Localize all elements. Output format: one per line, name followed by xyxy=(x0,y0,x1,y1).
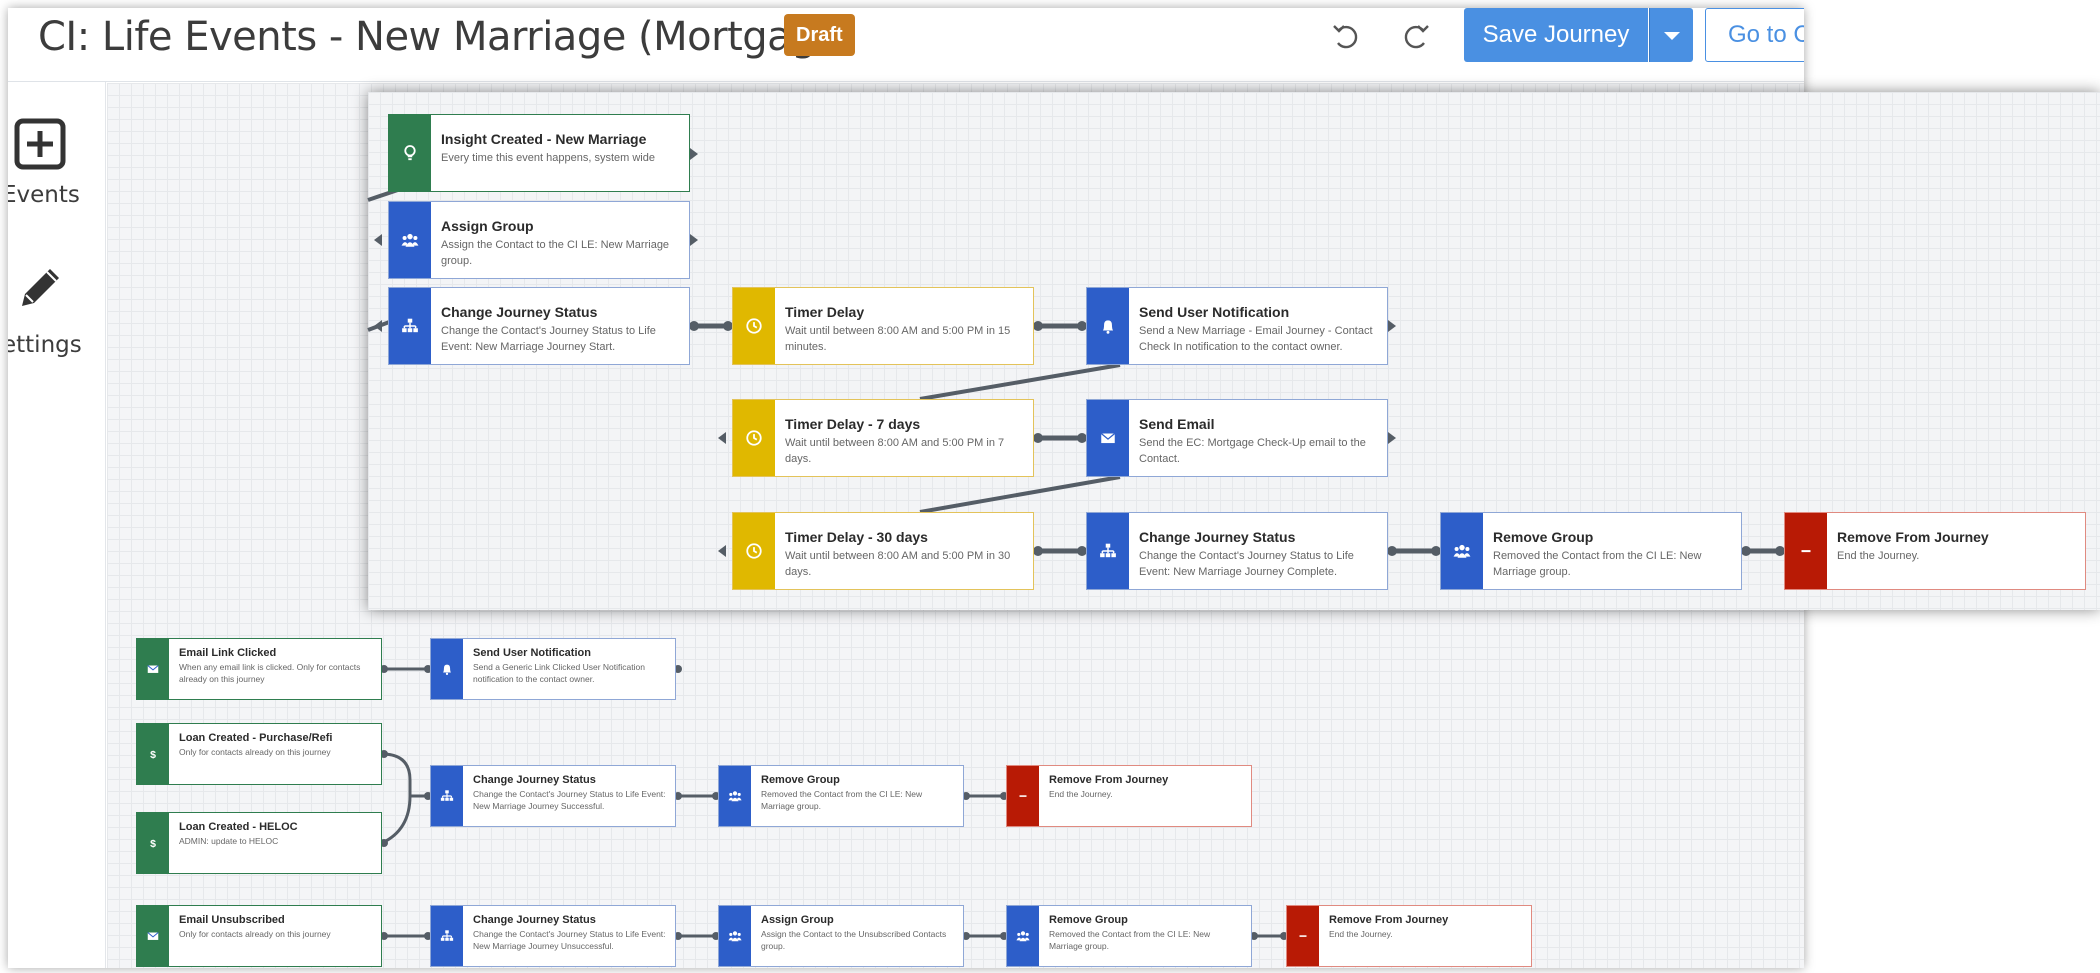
connector-arrow[interactable] xyxy=(1388,320,1396,332)
node-title: Change Journey Status xyxy=(441,304,598,320)
lightbulb-icon xyxy=(404,145,416,161)
node-description: Wait until between 8:00 AM and 5:00 PM i… xyxy=(785,550,1011,578)
node-description: Every time this event happens, system wi… xyxy=(441,152,655,164)
node-description: Wait until between 8:00 AM and 5:00 PM i… xyxy=(785,437,1005,465)
journey-node[interactable]: Send User Notification Send a New Marriag… xyxy=(1086,287,1388,365)
node-icon-strip xyxy=(389,202,431,278)
journey-node[interactable]: Insight Created - New Marriage Every time… xyxy=(388,114,690,192)
connector-port[interactable] xyxy=(1741,546,1751,556)
node-icon-strip xyxy=(389,288,431,364)
node-icon-strip xyxy=(1785,513,1827,589)
node-description: Send the EC: Mortgage Check-Up email to … xyxy=(1139,437,1366,465)
group-icon xyxy=(1453,544,1471,558)
envelope-icon xyxy=(1100,433,1116,444)
clock-icon xyxy=(746,543,762,559)
node-description: Assign the Contact to the CI LE: New Mar… xyxy=(441,239,670,267)
connector-arrow[interactable] xyxy=(718,432,726,444)
node-title: Change Journey Status xyxy=(1139,529,1296,545)
org-chart-icon xyxy=(1100,543,1116,558)
node-icon-strip xyxy=(1087,513,1129,589)
node-body: Send User Notification Send a New Marriag… xyxy=(1129,288,1387,364)
journey-node[interactable]: Remove From Journey End the Journey. xyxy=(1784,512,2086,590)
node-title: Remove Group xyxy=(1493,529,1594,545)
journey-node[interactable]: Timer Delay - 30 days Wait until between … xyxy=(732,512,1034,590)
node-description: Wait until between 8:00 AM and 5:00 PM i… xyxy=(785,325,1011,353)
node-icon-strip xyxy=(733,400,775,476)
node-body: Timer Delay Wait until between 8:00 AM an… xyxy=(775,288,1033,364)
node-body: Change Journey Status Change the Contact'… xyxy=(431,288,689,364)
journey-node[interactable]: Timer Delay Wait until between 8:00 AM an… xyxy=(732,287,1034,365)
connector-port[interactable] xyxy=(1033,321,1043,331)
journey-node[interactable]: Change Journey Status Change the Contact'… xyxy=(388,287,690,365)
connector-arrow[interactable] xyxy=(690,234,698,246)
node-body: Remove Group Removed the Contact from the… xyxy=(1483,513,1741,589)
node-body: Timer Delay - 7 days Wait until between 8… xyxy=(775,400,1033,476)
node-body: Change Journey Status Change the Contact'… xyxy=(1129,513,1387,589)
clock-icon xyxy=(746,430,762,446)
journey-node[interactable]: Remove Group Removed the Contact from the… xyxy=(1440,512,1742,590)
node-body: Timer Delay - 30 days Wait until between … xyxy=(775,513,1033,589)
node-description: Change the Contact's Journey Status to L… xyxy=(441,325,656,353)
node-title: Assign Group xyxy=(441,218,534,234)
node-description: Change the Contact's Journey Status to L… xyxy=(1139,550,1354,578)
node-title: Send Email xyxy=(1139,416,1215,432)
front-connectors xyxy=(367,140,1785,557)
node-icon-strip xyxy=(733,513,775,589)
connector-arrow[interactable] xyxy=(374,234,382,246)
node-title: Timer Delay xyxy=(785,304,865,320)
app-stage: CI: Life Events - New Marriage (Mortgage… xyxy=(0,0,2100,973)
connector-line xyxy=(919,363,1121,401)
journey-node[interactable]: Change Journey Status Change the Contact'… xyxy=(1086,512,1388,590)
node-body: Remove From Journey End the Journey. xyxy=(1827,513,2085,589)
org-chart-icon xyxy=(402,318,418,333)
node-title: Send User Notification xyxy=(1139,304,1290,320)
node-icon-strip xyxy=(1087,400,1129,476)
node-icon-strip xyxy=(1087,288,1129,364)
journey-node[interactable]: Send Email Send the EC: Mortgage Check-Up… xyxy=(1086,399,1388,477)
clock-icon xyxy=(746,318,762,334)
node-description: Send a New Marriage - Email Journey - Co… xyxy=(1139,325,1373,353)
node-body: Insight Created - New Marriage Every time… xyxy=(431,115,689,191)
group-icon xyxy=(401,233,419,247)
node-title: Timer Delay - 7 days xyxy=(785,416,921,432)
connector-port[interactable] xyxy=(1033,433,1043,443)
node-title: Remove From Journey xyxy=(1837,529,1989,545)
node-body: Send Email Send the EC: Mortgage Check-Up… xyxy=(1129,400,1387,476)
node-title: Insight Created - New Marriage xyxy=(441,131,647,147)
connector-arrow[interactable] xyxy=(690,148,698,160)
node-icon-strip xyxy=(1441,513,1483,589)
bell-icon xyxy=(1102,320,1114,334)
connector-arrow[interactable] xyxy=(1388,432,1396,444)
node-body: Assign Group Assign the Contact to the CI… xyxy=(431,202,689,278)
node-icon-strip xyxy=(733,288,775,364)
node-icon-strip xyxy=(389,115,431,191)
connector-port[interactable] xyxy=(1387,546,1397,556)
journey-node[interactable]: Assign Group Assign the Contact to the CI… xyxy=(388,201,690,279)
connector-line xyxy=(919,475,1121,514)
connector-arrow[interactable] xyxy=(718,545,726,557)
node-title: Timer Delay - 30 days xyxy=(785,529,928,545)
minus-icon xyxy=(1801,550,1811,553)
connector-arrow[interactable] xyxy=(374,320,382,332)
node-description: End the Journey. xyxy=(1837,550,1920,562)
connector-port[interactable] xyxy=(1033,546,1043,556)
journey-node[interactable]: Timer Delay - 7 days Wait until between 8… xyxy=(732,399,1034,477)
connector-port[interactable] xyxy=(689,321,699,331)
node-description: Removed the Contact from the CI LE: New … xyxy=(1493,550,1702,578)
